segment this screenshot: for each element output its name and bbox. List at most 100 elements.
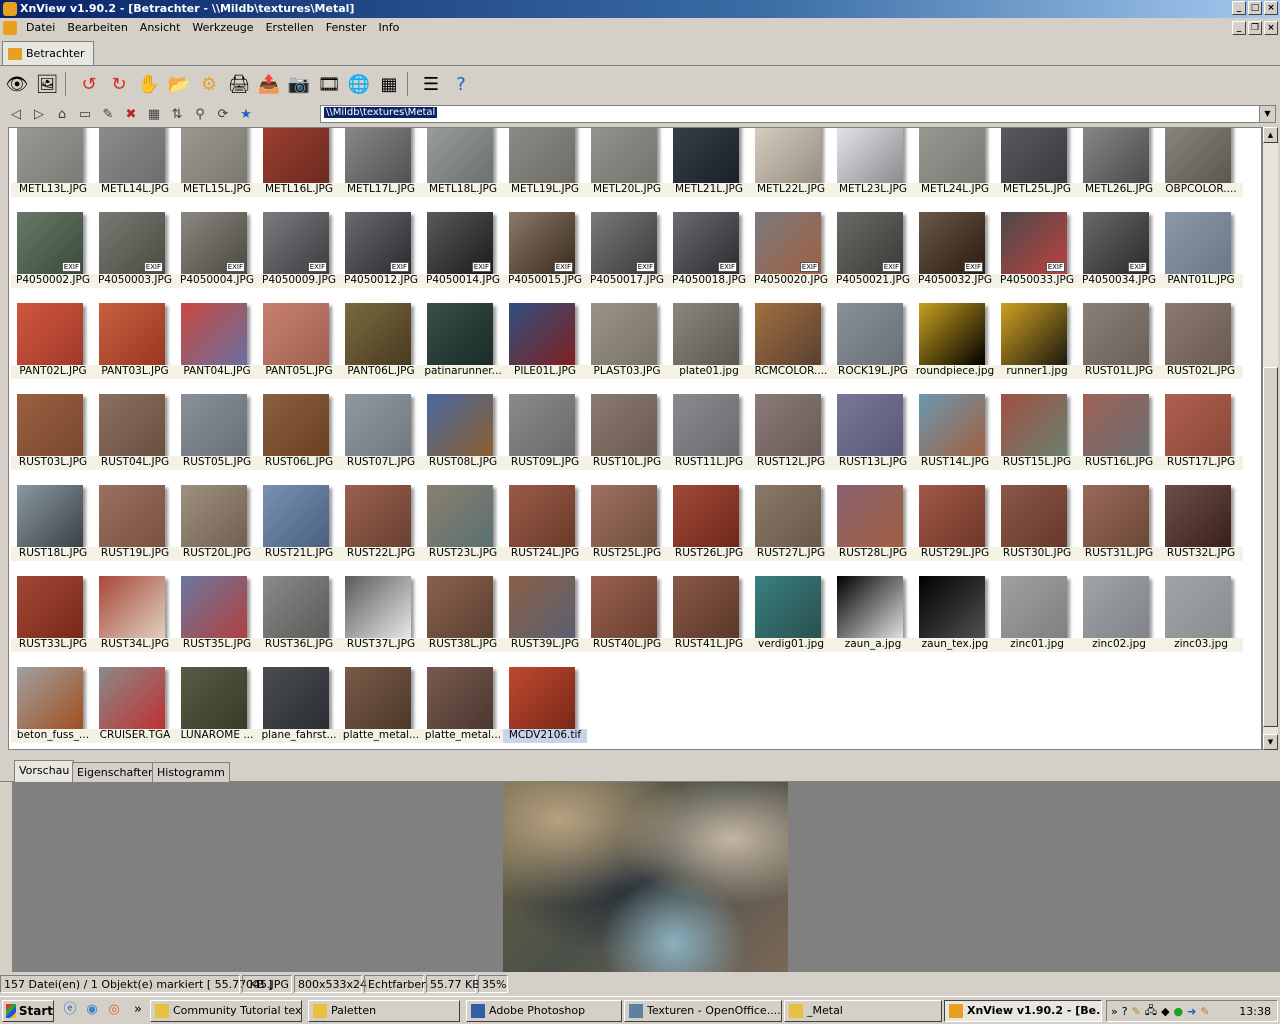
filmstrip-icon[interactable]: 🎞 (315, 70, 343, 98)
thumbnail-item[interactable]: EXIF P4050033.JPG (995, 208, 1079, 299)
globe-icon[interactable]: 🌐 (345, 70, 373, 98)
thumbnail-item[interactable]: EXIF P4050020.JPG (749, 208, 833, 299)
firefox-icon[interactable]: ◎ (106, 1002, 122, 1018)
help-tray-icon[interactable]: ? (1122, 1005, 1128, 1018)
thumbnail-item[interactable]: RUST30L.JPG (995, 481, 1079, 572)
thumbnail-item[interactable]: RUST08L.JPG (421, 390, 505, 481)
thumbnail-item[interactable]: METL18L.JPG (421, 128, 505, 208)
thumbnail-item[interactable]: RUST16L.JPG (1077, 390, 1161, 481)
pane-splitter[interactable] (0, 751, 1280, 759)
taskbar-button[interactable]: _Metal (784, 1000, 942, 1022)
quick-launch-icon[interactable]: ◉ (84, 1002, 100, 1018)
thumbnail-item[interactable]: patinarunner... (421, 299, 505, 390)
menu-bearbeiten[interactable]: Bearbeiten (61, 21, 133, 34)
thumbnail-item[interactable]: RUST09L.JPG (503, 390, 587, 481)
thumbnail-item[interactable]: RUST24L.JPG (503, 481, 587, 572)
thumbnail-item[interactable]: EXIF P4050032.JPG (913, 208, 997, 299)
thumbnail-item[interactable]: RUST32L.JPG (1159, 481, 1243, 572)
thumbnail-item[interactable]: EXIF P4050002.JPG (11, 208, 95, 299)
thumbnail-item[interactable]: EXIF P4050004.JPG (175, 208, 259, 299)
thumbnail-item[interactable]: RUST01L.JPG (1077, 299, 1161, 390)
close-button[interactable]: × (1264, 1, 1278, 15)
thumbnail-item[interactable]: RUST10L.JPG (585, 390, 669, 481)
filter-icon[interactable]: ⚲ (190, 104, 210, 124)
tab-betrachter[interactable]: Betrachter (2, 41, 94, 65)
thumbnail-item[interactable]: METL16L.JPG (257, 128, 341, 208)
taskbar-button[interactable]: XnView v1.90.2 - [Be... (944, 1000, 1102, 1022)
thumbnail-item[interactable]: EXIF P4050015.JPG (503, 208, 587, 299)
thumbnail-item[interactable]: RUST25L.JPG (585, 481, 669, 572)
thumbnail-item[interactable]: beton_fuss_... (11, 663, 95, 749)
thumbnail-item[interactable]: RUST13L.JPG (831, 390, 915, 481)
internet-explorer-icon[interactable]: ⓔ (62, 1002, 78, 1018)
thumbnail-item[interactable]: EXIF P4050003.JPG (93, 208, 177, 299)
refresh-icon[interactable]: ⟳ (213, 104, 233, 124)
palette-icon[interactable]: ▦ (375, 70, 403, 98)
thumbnail-item[interactable]: RUST33L.JPG (11, 572, 95, 663)
document-close-button[interactable]: × (1264, 21, 1278, 35)
thumbnail-item[interactable]: METL20L.JPG (585, 128, 669, 208)
forward-arrow-icon[interactable]: ▷ (29, 104, 49, 124)
thumbnail-item[interactable]: METL17L.JPG (339, 128, 423, 208)
thumbnail-item[interactable]: EXIF P4050009.JPG (257, 208, 341, 299)
document-minimize-button[interactable]: _ (1232, 21, 1246, 35)
tray-pencil-icon-2[interactable]: ✎ (1200, 1005, 1209, 1018)
thumbnail-item[interactable]: CRUISER.TGA (93, 663, 177, 749)
thumbnail-item[interactable]: RUST27L.JPG (749, 481, 833, 572)
thumbnail-item[interactable]: RUST17L.JPG (1159, 390, 1243, 481)
tab-vorschau[interactable]: Vorschau (14, 760, 75, 782)
menu-fenster[interactable]: Fenster (320, 21, 373, 34)
thumbnail-item[interactable]: RUST29L.JPG (913, 481, 997, 572)
thumbnail-item[interactable]: PANT01L.JPG (1159, 208, 1243, 299)
thumbnail-item[interactable]: RUST39L.JPG (503, 572, 587, 663)
tab-eigenschaften[interactable]: Eigenschaften (72, 762, 160, 782)
thumbnail-item[interactable]: EXIF P4050012.JPG (339, 208, 423, 299)
menu-info[interactable]: Info (373, 21, 406, 34)
thumbnail-scrollbar[interactable]: ▲ ▼ (1262, 127, 1278, 750)
thumbnail-item[interactable]: EXIF P4050017.JPG (585, 208, 669, 299)
thumbnail-item[interactable]: METL14L.JPG (93, 128, 177, 208)
thumbnail-item[interactable]: METL23L.JPG (831, 128, 915, 208)
thumbnail-item[interactable]: METL22L.JPG (749, 128, 833, 208)
new-folder-icon[interactable]: ▭ (75, 104, 95, 124)
taskbar-button[interactable]: Adobe Photoshop (466, 1000, 622, 1022)
parent-folder-icon[interactable]: ⌂ (52, 104, 72, 124)
thumbnail-item[interactable]: zinc03.jpg (1159, 572, 1243, 663)
thumbnail-item[interactable]: PANT03L.JPG (93, 299, 177, 390)
thumbnail-item[interactable]: RUST28L.JPG (831, 481, 915, 572)
thumbnail-item[interactable]: METL25L.JPG (995, 128, 1079, 208)
view-mode-icon[interactable]: ▦ (144, 104, 164, 124)
menu-ansicht[interactable]: Ansicht (134, 21, 187, 34)
thumbnail-item[interactable]: METL15L.JPG (175, 128, 259, 208)
camera-icon[interactable]: 📷 (285, 70, 313, 98)
thumbnail-item[interactable]: METL13L.JPG (11, 128, 95, 208)
thumbnail-item[interactable]: RUST20L.JPG (175, 481, 259, 572)
taskbar-button[interactable]: Paletten (308, 1000, 460, 1022)
thumbnail-item[interactable]: OBPCOLOR.... (1159, 128, 1243, 208)
thumbnail-item[interactable]: PILE01L.JPG (503, 299, 587, 390)
thumbnail-item[interactable]: plane_fahrst... (257, 663, 341, 749)
taskbar-button[interactable]: Community Tutorial text... (150, 1000, 302, 1022)
thumbnail-item[interactable]: RUST18L.JPG (11, 481, 95, 572)
help-icon[interactable]: ? (447, 70, 475, 98)
thumbnail-item[interactable]: RUST26L.JPG (667, 481, 751, 572)
menu-werkzeuge[interactable]: Werkzeuge (186, 21, 259, 34)
thumbnail-grid[interactable]: METL13L.JPG METL14L.JPG METL15L.JPG METL16L… (8, 127, 1262, 750)
rotate-left-icon[interactable]: ↺ (75, 70, 103, 98)
thumbnail-item[interactable]: RUST11L.JPG (667, 390, 751, 481)
document-window-icon[interactable] (3, 21, 17, 35)
export-icon[interactable]: 📤 (255, 70, 283, 98)
thumbnail-item[interactable]: ROCK19L.JPG (831, 299, 915, 390)
thumbnail-item[interactable]: RUST41L.JPG (667, 572, 751, 663)
maximize-button[interactable]: □ (1248, 1, 1262, 15)
address-dropdown-icon[interactable]: ▼ (1259, 106, 1275, 122)
back-arrow-icon[interactable]: ◁ (6, 104, 26, 124)
thumbnail-item[interactable]: zaun_tex.jpg (913, 572, 997, 663)
network-icon[interactable]: 🖧 (1145, 1002, 1157, 1021)
user-icon[interactable]: ● (1174, 1005, 1184, 1018)
settings-icon[interactable]: ⚙ (195, 70, 223, 98)
thumbnail-item[interactable]: RUST36L.JPG (257, 572, 341, 663)
thumbnail-item[interactable]: runner1.jpg (995, 299, 1079, 390)
thumbnail-item[interactable]: PLAST03.JPG (585, 299, 669, 390)
thumbnail-item[interactable]: METL26L.JPG (1077, 128, 1161, 208)
